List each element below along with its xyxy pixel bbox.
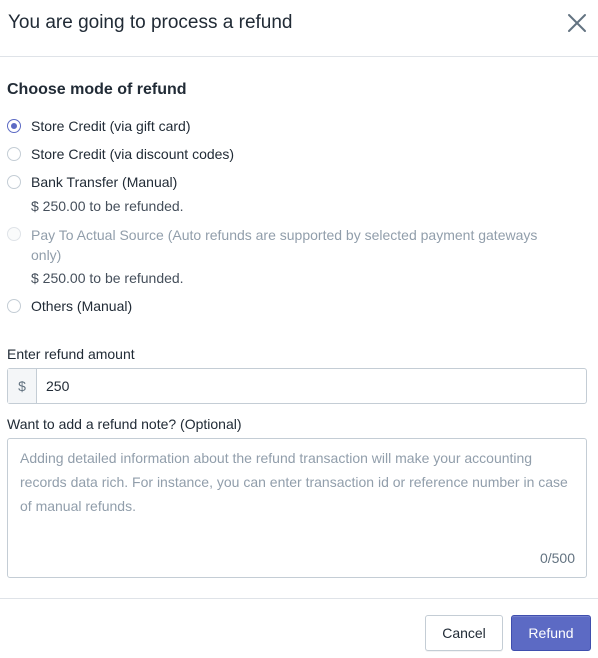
refund-note-textarea[interactable] xyxy=(8,439,586,577)
radio-others-manual[interactable]: Others (Manual) xyxy=(7,296,132,316)
modal-header: You are going to process a refund xyxy=(0,0,598,57)
radio-button[interactable] xyxy=(7,175,21,189)
refund-mode-title: Choose mode of refund xyxy=(7,81,187,98)
modal-title: You are going to process a refund xyxy=(8,12,293,33)
cancel-button[interactable]: Cancel xyxy=(425,615,503,651)
radio-label-disabled: Pay To Actual Source (Auto refunds are s… xyxy=(31,227,538,263)
refund-modal: You are going to process a refund Choose… xyxy=(0,0,598,658)
refund-note-field: 0/500 xyxy=(7,438,587,578)
close-icon xyxy=(568,14,586,32)
bank-transfer-amount-note: $ 250.00 to be refunded. xyxy=(31,198,184,214)
actual-source-amount-note: $ 250.00 to be refunded. xyxy=(31,270,184,286)
radio-button[interactable] xyxy=(7,299,21,313)
radio-bank-transfer[interactable]: Bank Transfer (Manual) xyxy=(7,172,177,192)
close-button[interactable] xyxy=(566,12,588,34)
radio-store-credit-discount-codes[interactable]: Store Credit (via discount codes) xyxy=(7,144,234,164)
refund-button[interactable]: Refund xyxy=(511,615,591,651)
character-counter: 0/500 xyxy=(539,550,575,566)
radio-pay-to-actual-source xyxy=(7,227,21,241)
refund-amount-label: Enter refund amount xyxy=(7,346,135,362)
radio-button-selected[interactable] xyxy=(7,119,21,133)
refund-amount-field: $ xyxy=(7,368,587,404)
radio-label: Others (Manual) xyxy=(31,298,133,314)
currency-prefix: $ xyxy=(8,369,37,403)
radio-button[interactable] xyxy=(7,147,21,161)
radio-label: Store Credit (via discount codes) xyxy=(31,146,235,162)
radio-label: Bank Transfer (Manual) xyxy=(31,174,178,190)
radio-store-credit-gift-card[interactable]: Store Credit (via gift card) xyxy=(7,116,191,136)
radio-label: Store Credit (via gift card) xyxy=(31,118,191,134)
footer-divider xyxy=(0,598,598,599)
refund-amount-input[interactable] xyxy=(37,369,586,403)
refund-note-label: Want to add a refund note? (Optional) xyxy=(7,416,242,432)
